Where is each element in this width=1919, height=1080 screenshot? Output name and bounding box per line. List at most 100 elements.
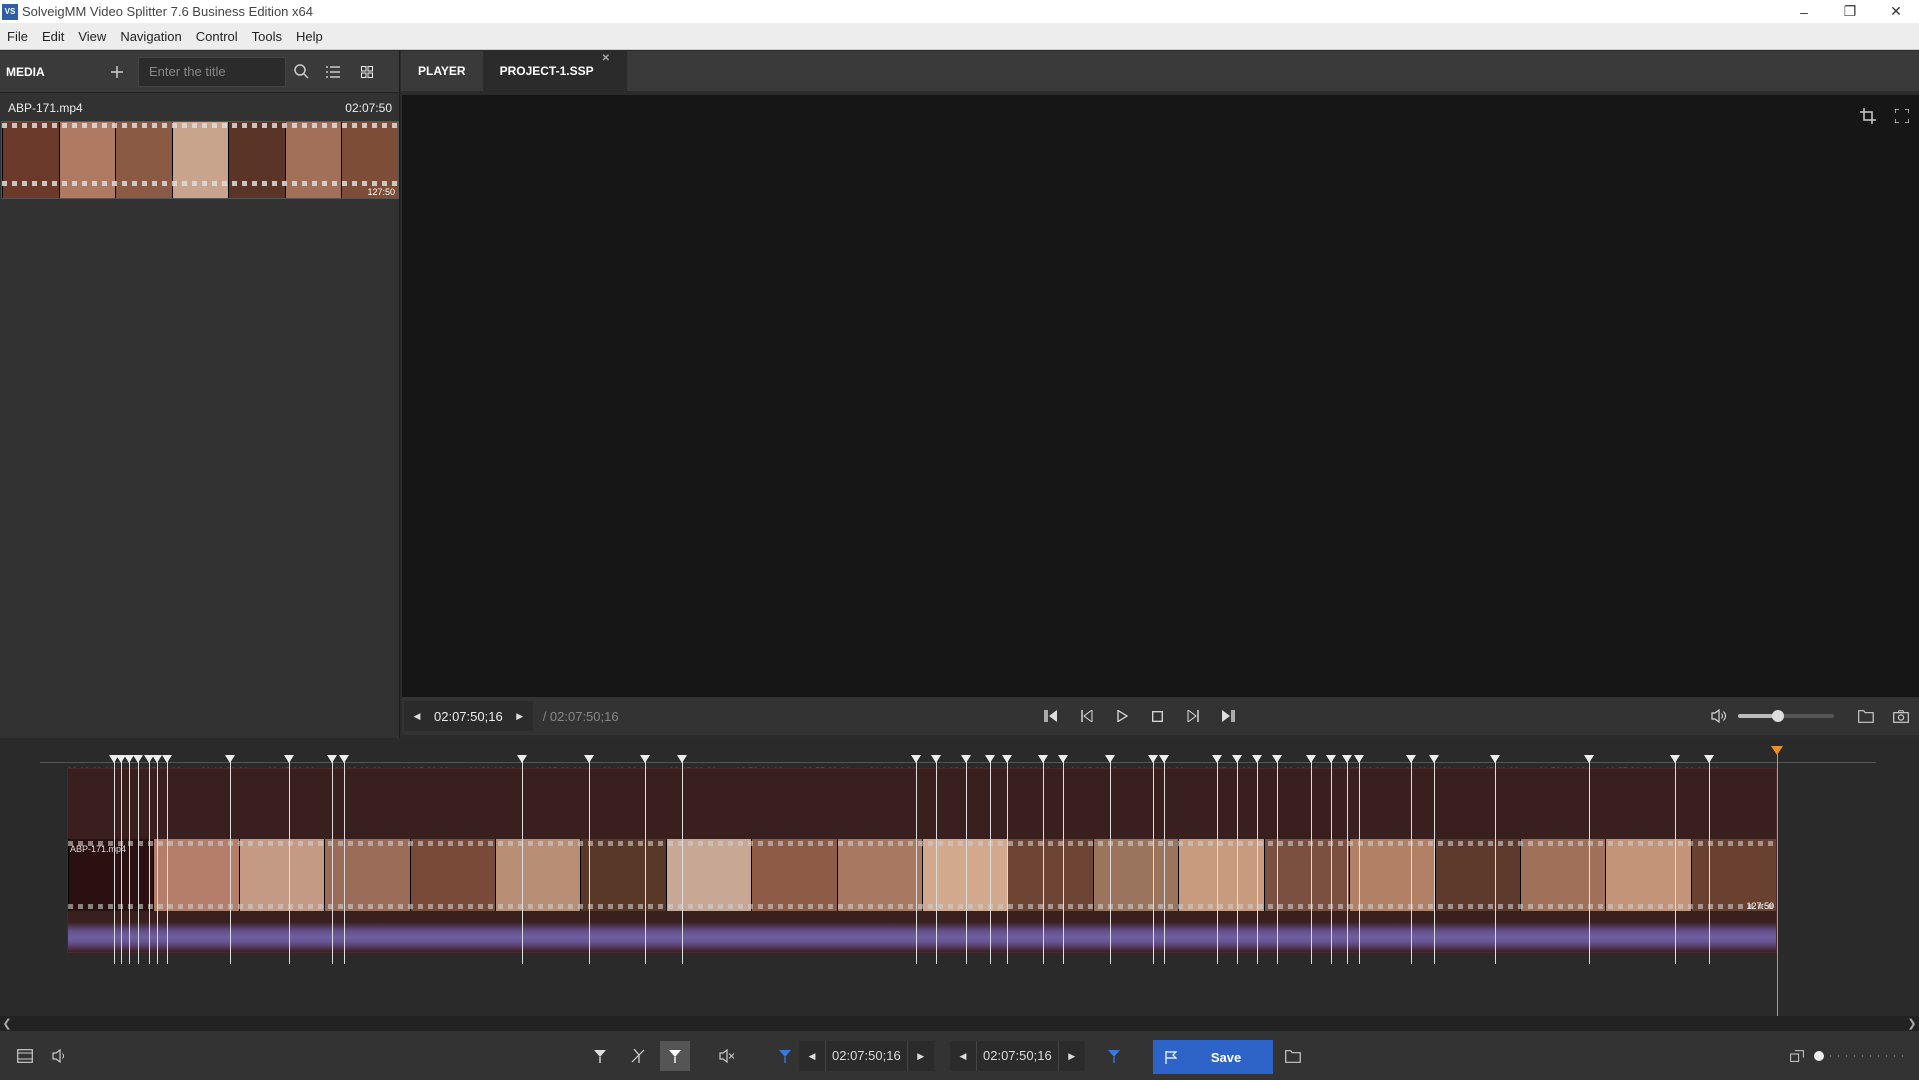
split-marker[interactable]: [225, 755, 236, 964]
playhead[interactable]: [1771, 746, 1783, 1030]
end-time-forward-button[interactable]: ▶: [1059, 1051, 1085, 1062]
split-marker[interactable]: [338, 755, 349, 964]
split-marker[interactable]: [115, 755, 126, 964]
start-time-back-button[interactable]: ◀: [799, 1051, 825, 1062]
split-marker[interactable]: [1002, 755, 1013, 964]
split-marker[interactable]: [132, 755, 143, 964]
restore-button[interactable]: ❐: [1827, 0, 1873, 23]
next-frame-button[interactable]: [1178, 701, 1208, 731]
split-marker[interactable]: [911, 755, 922, 964]
menu-navigation[interactable]: Navigation: [113, 29, 188, 44]
volume-slider[interactable]: [1738, 710, 1834, 722]
current-time[interactable]: 02:07:50;16: [430, 709, 507, 724]
menu-view[interactable]: View: [71, 29, 113, 44]
grid-view-button[interactable]: [350, 51, 384, 93]
add-marker-button[interactable]: [585, 1041, 615, 1071]
audio-track-toggle[interactable]: [45, 1041, 75, 1071]
zoom-slider[interactable]: [1814, 1051, 1910, 1061]
menu-edit[interactable]: Edit: [35, 29, 71, 44]
menu-tools[interactable]: Tools: [245, 29, 289, 44]
next-marker-button[interactable]: [1213, 701, 1243, 731]
snapshot-button[interactable]: [1886, 701, 1916, 731]
split-marker[interactable]: [326, 755, 337, 964]
split-marker[interactable]: [960, 755, 971, 964]
media-item[interactable]: ABP-171.mp4 02:07:50 127:50: [0, 95, 400, 199]
search-button[interactable]: [286, 51, 316, 93]
timeline[interactable]: 00:00:00;0000:05:00;0000:10:00;0000:15:0…: [0, 738, 1919, 1030]
search-input[interactable]: [138, 56, 286, 87]
split-marker[interactable]: [1669, 755, 1680, 964]
volume-knob[interactable]: [1772, 710, 1785, 722]
menu-control[interactable]: Control: [189, 29, 245, 44]
set-end-marker-button[interactable]: [1099, 1041, 1129, 1071]
set-start-marker-button[interactable]: [770, 1041, 800, 1071]
remove-marker-button[interactable]: [623, 1041, 653, 1071]
menu-help[interactable]: Help: [289, 29, 330, 44]
scroll-right-button[interactable]: ❯: [1905, 1016, 1919, 1030]
split-marker[interactable]: [1105, 755, 1116, 964]
split-marker[interactable]: [1038, 755, 1049, 964]
split-marker[interactable]: [1354, 755, 1365, 964]
output-folder-button[interactable]: [1278, 1041, 1308, 1071]
split-marker[interactable]: [984, 755, 995, 964]
tab-project[interactable]: PROJECT-1.SSP ✕: [482, 51, 627, 91]
video-track[interactable]: ABP-171.mp4 127:50: [67, 768, 1777, 953]
open-folder-button[interactable]: [1851, 701, 1881, 731]
minimize-button[interactable]: –: [1781, 0, 1827, 23]
start-time[interactable]: 02:07:50;16: [825, 1041, 908, 1071]
video-player[interactable]: [402, 95, 1919, 697]
split-marker[interactable]: [677, 755, 688, 964]
start-time-forward-button[interactable]: ▶: [908, 1051, 934, 1062]
media-thumbnail[interactable]: 127:50: [1, 121, 399, 199]
split-marker[interactable]: [1341, 755, 1352, 964]
end-time[interactable]: 02:07:50;16: [976, 1041, 1059, 1071]
split-marker[interactable]: [1584, 755, 1595, 964]
split-marker[interactable]: [143, 755, 154, 964]
list-view-button[interactable]: [316, 51, 350, 93]
split-marker[interactable]: [1212, 755, 1223, 964]
split-marker[interactable]: [151, 755, 162, 964]
split-marker[interactable]: [1158, 755, 1169, 964]
end-time-back-button[interactable]: ◀: [950, 1051, 976, 1062]
menu-file[interactable]: File: [0, 29, 35, 44]
zoom-fit-button[interactable]: [1782, 1041, 1812, 1071]
split-marker[interactable]: [1325, 755, 1336, 964]
zoom-knob[interactable]: [1814, 1051, 1824, 1061]
split-marker[interactable]: [1406, 755, 1417, 964]
split-marker[interactable]: [108, 755, 119, 964]
time-back-button[interactable]: ◀: [404, 701, 430, 731]
split-marker[interactable]: [931, 755, 942, 964]
split-marker[interactable]: [639, 755, 650, 964]
fullscreen-button[interactable]: [1887, 101, 1917, 131]
split-marker[interactable]: [1058, 755, 1069, 964]
fragment-marker-button[interactable]: [660, 1041, 690, 1071]
timeline-scrollbar[interactable]: ❮ ❯: [0, 1016, 1919, 1030]
volume-button[interactable]: [1704, 701, 1734, 731]
close-window-button[interactable]: ✕: [1873, 0, 1919, 23]
split-marker[interactable]: [284, 755, 295, 964]
prev-marker-button[interactable]: [1036, 701, 1066, 731]
split-marker[interactable]: [516, 755, 527, 964]
save-button[interactable]: Save: [1153, 1040, 1273, 1074]
split-marker[interactable]: [583, 755, 594, 964]
split-marker[interactable]: [1490, 755, 1501, 964]
tab-player[interactable]: PLAYER: [401, 51, 483, 91]
close-tab-icon[interactable]: ✕: [602, 53, 610, 64]
split-marker[interactable]: [1148, 755, 1159, 964]
prev-frame-button[interactable]: [1072, 701, 1102, 731]
stop-button[interactable]: [1142, 701, 1172, 731]
split-marker[interactable]: [123, 755, 134, 964]
split-marker[interactable]: [1428, 755, 1439, 964]
split-marker[interactable]: [1305, 755, 1316, 964]
video-track-toggle[interactable]: [10, 1041, 40, 1071]
mute-button[interactable]: [712, 1041, 742, 1071]
split-marker[interactable]: [162, 755, 173, 964]
split-marker[interactable]: [1704, 755, 1715, 964]
crop-button[interactable]: [1853, 101, 1883, 131]
save-options-icon[interactable]: [1153, 1050, 1189, 1064]
split-marker[interactable]: [1272, 755, 1283, 964]
split-marker[interactable]: [1252, 755, 1263, 964]
scroll-left-button[interactable]: ❮: [0, 1016, 14, 1030]
play-button[interactable]: [1107, 701, 1137, 731]
time-forward-button[interactable]: ▶: [507, 701, 533, 731]
